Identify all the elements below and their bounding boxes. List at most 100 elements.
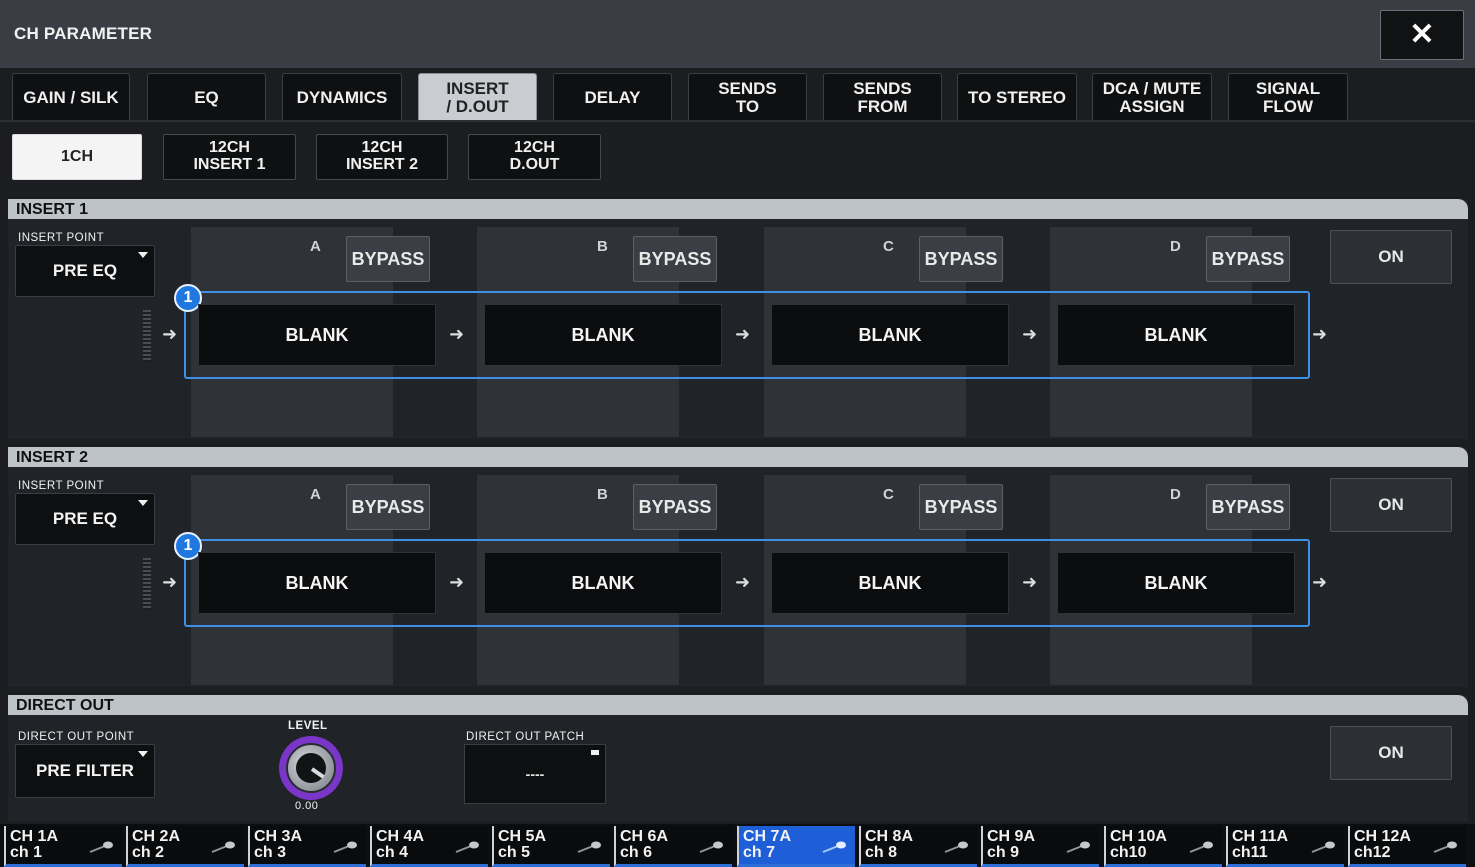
- tab-divider: [0, 120, 1475, 122]
- insert1-slot-c-letter: C: [883, 238, 894, 255]
- tab-sends-to[interactable]: SENDS TO: [688, 73, 807, 121]
- arrow-right-icon: ➜: [162, 572, 178, 592]
- tab-insert-dout[interactable]: INSERT / D.OUT: [418, 73, 537, 121]
- level-knob[interactable]: [279, 736, 343, 800]
- insert1-slot-b-letter: B: [597, 238, 608, 255]
- direct-out-patch-value: ----: [525, 765, 545, 782]
- insert1-bypass-b[interactable]: BYPASS: [633, 236, 717, 282]
- arrow-right-icon: ➜: [1022, 324, 1038, 344]
- microphone-icon: [211, 841, 235, 853]
- insert2-slot-c[interactable]: BLANK: [771, 552, 1009, 614]
- level-label: LEVEL: [288, 720, 328, 732]
- microphone-icon: [333, 841, 357, 853]
- direct-out-header: DIRECT OUT: [8, 695, 1468, 715]
- insert2-slot-a[interactable]: BLANK: [198, 552, 436, 614]
- insert2-point-dropdown[interactable]: PRE EQ: [15, 493, 155, 545]
- insert1-bypass-a[interactable]: BYPASS: [346, 236, 430, 282]
- channel-button-4[interactable]: CH 4A ch 4: [370, 826, 488, 867]
- arrow-right-icon: ➜: [735, 324, 751, 344]
- insert2-slot-d-letter: D: [1170, 486, 1181, 503]
- insert1-point-dropdown[interactable]: PRE EQ: [15, 245, 155, 297]
- insert2-header: INSERT 2: [8, 447, 1468, 467]
- channel-button-9[interactable]: CH 9A ch 9: [981, 826, 1099, 867]
- insert1-slot-b[interactable]: BLANK: [484, 304, 722, 366]
- subtab-1ch[interactable]: 1CH: [12, 134, 142, 180]
- direct-out-patch-label: DIRECT OUT PATCH: [466, 731, 585, 743]
- insert1-point-value: PRE EQ: [52, 261, 118, 281]
- channel-button-12[interactable]: CH 12A ch12: [1348, 826, 1466, 867]
- direct-out-point-value: PRE FILTER: [36, 761, 134, 781]
- tab-sends-from[interactable]: SENDS FROM: [823, 73, 942, 121]
- insert2-slot-b[interactable]: BLANK: [484, 552, 722, 614]
- microphone-icon: [944, 841, 968, 853]
- insert2-bypass-b[interactable]: BYPASS: [633, 484, 717, 530]
- channel-button-8[interactable]: CH 8A ch 8: [859, 826, 977, 867]
- subtab-12ch-dout[interactable]: 12CH D.OUT: [468, 134, 601, 180]
- tab-eq[interactable]: EQ: [147, 73, 266, 121]
- insert2-bypass-c[interactable]: BYPASS: [919, 484, 1003, 530]
- insert1-slot-a[interactable]: BLANK: [198, 304, 436, 366]
- insert2-input-meter: [143, 558, 151, 610]
- microphone-icon: [822, 841, 846, 853]
- insert2-slot-c-letter: C: [883, 486, 894, 503]
- insert1-input-meter: [143, 310, 151, 362]
- tab-gain-silk[interactable]: GAIN / SILK: [12, 73, 130, 121]
- insert1-slot-d[interactable]: BLANK: [1057, 304, 1295, 366]
- microphone-icon: [1433, 841, 1457, 853]
- window-title: CH PARAMETER: [14, 24, 153, 43]
- tab-signal-flow[interactable]: SIGNAL FLOW: [1228, 73, 1348, 121]
- direct-out-on-button[interactable]: ON: [1330, 726, 1452, 780]
- insert2-point-value: PRE EQ: [52, 509, 118, 529]
- tab-dca-mute-assign[interactable]: DCA / MUTE ASSIGN: [1092, 73, 1212, 121]
- subtab-12ch-insert-2[interactable]: 12CH INSERT 2: [316, 134, 448, 180]
- dropdown-caret-icon: [138, 252, 148, 258]
- level-value: 0.00: [295, 800, 319, 812]
- insert1-bypass-d[interactable]: BYPASS: [1206, 236, 1290, 282]
- subtab-12ch-insert-1[interactable]: 12CH INSERT 1: [163, 134, 296, 180]
- microphone-icon: [577, 841, 601, 853]
- insert1-slot-c[interactable]: BLANK: [771, 304, 1009, 366]
- channel-button-3[interactable]: CH 3A ch 3: [248, 826, 366, 867]
- microphone-icon: [1066, 841, 1090, 853]
- microphone-icon: [699, 841, 723, 853]
- microphone-icon: [1189, 841, 1213, 853]
- title-bar: [0, 0, 1475, 68]
- insert2-bypass-d[interactable]: BYPASS: [1206, 484, 1290, 530]
- insert2-point-label: INSERT POINT: [18, 480, 105, 492]
- insert2-slot-b-letter: B: [597, 486, 608, 503]
- channel-button-1[interactable]: CH 1A ch 1: [4, 826, 122, 867]
- knob-body-icon: [286, 743, 336, 793]
- microphone-icon: [455, 841, 479, 853]
- insert2-bypass-a[interactable]: BYPASS: [346, 484, 430, 530]
- arrow-right-icon: ➜: [449, 572, 465, 592]
- insert1-header: INSERT 1: [8, 199, 1468, 219]
- channel-button-2[interactable]: CH 2A ch 2: [126, 826, 244, 867]
- insert1-point-label: INSERT POINT: [18, 232, 105, 244]
- channel-button-11[interactable]: CH 11A ch11: [1226, 826, 1344, 867]
- insert1-slot-d-letter: D: [1170, 238, 1181, 255]
- close-icon: ✕: [1409, 18, 1435, 52]
- dropdown-caret-icon: [138, 751, 148, 757]
- channel-button-10[interactable]: CH 10A ch10: [1104, 826, 1222, 867]
- insert1-slot-a-letter: A: [310, 238, 321, 255]
- arrow-right-icon: ➜: [162, 324, 178, 344]
- microphone-icon: [89, 841, 113, 853]
- direct-out-patch-button[interactable]: ----: [464, 744, 606, 804]
- insert2-slot-a-letter: A: [310, 486, 321, 503]
- insert1-bypass-c[interactable]: BYPASS: [919, 236, 1003, 282]
- insert2-slot-d[interactable]: BLANK: [1057, 552, 1295, 614]
- close-button[interactable]: ✕: [1380, 10, 1464, 60]
- arrow-right-icon: ➜: [1312, 324, 1328, 344]
- channel-button-5[interactable]: CH 5A ch 5: [492, 826, 610, 867]
- arrow-right-icon: ➜: [1312, 572, 1328, 592]
- tab-delay[interactable]: DELAY: [553, 73, 672, 121]
- channel-button-7[interactable]: CH 7A ch 7: [737, 826, 855, 867]
- insert1-on-button[interactable]: ON: [1330, 230, 1452, 284]
- dropdown-caret-icon: [138, 500, 148, 506]
- microphone-icon: [1311, 841, 1335, 853]
- tab-to-stereo[interactable]: TO STEREO: [957, 73, 1077, 121]
- direct-out-point-dropdown[interactable]: PRE FILTER: [15, 744, 155, 798]
- insert2-on-button[interactable]: ON: [1330, 478, 1452, 532]
- tab-dynamics[interactable]: DYNAMICS: [282, 73, 402, 121]
- channel-button-6[interactable]: CH 6A ch 6: [614, 826, 732, 867]
